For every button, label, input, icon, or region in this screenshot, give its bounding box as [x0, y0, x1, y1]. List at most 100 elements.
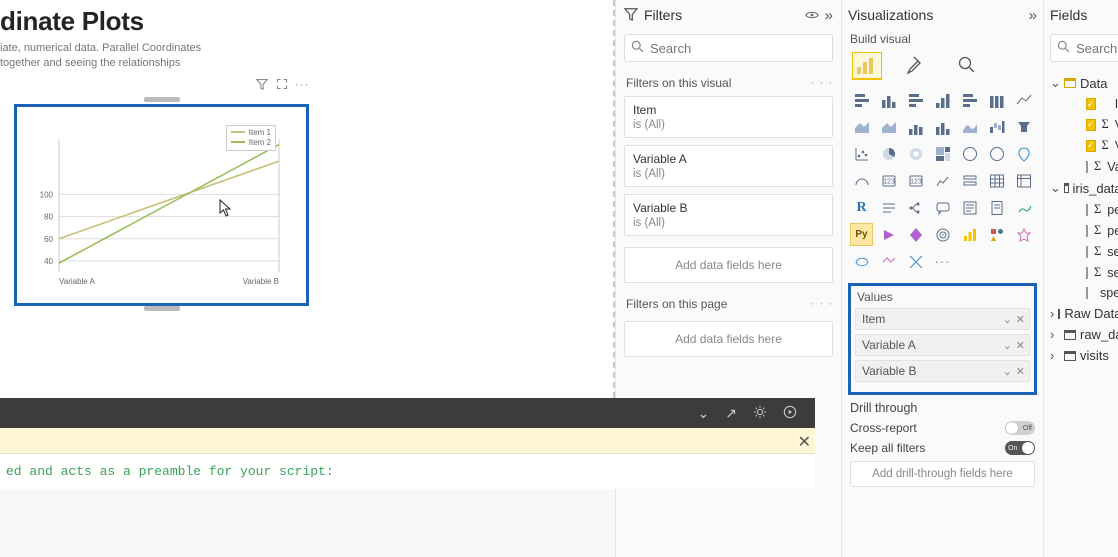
- close-icon[interactable]: ✕: [798, 432, 811, 452]
- checkbox-icon[interactable]: [1086, 287, 1088, 299]
- filter-icon[interactable]: [255, 77, 269, 91]
- textbox-title[interactable]: dinate Plots: [0, 6, 613, 37]
- build-tab-analytics[interactable]: [952, 52, 982, 80]
- remove-field-icon[interactable]: ✕: [1016, 313, 1025, 326]
- checkbox-icon[interactable]: [1086, 225, 1088, 237]
- drill-through-well[interactable]: Add drill-through fields here: [850, 461, 1035, 487]
- waterfall-icon[interactable]: [985, 115, 1008, 138]
- field-well-item[interactable]: Item ⌄✕: [855, 308, 1030, 330]
- build-tab-format[interactable]: [902, 52, 932, 80]
- multi-row-card-icon[interactable]: 123: [904, 169, 927, 192]
- chevron-down-icon[interactable]: ⌄: [698, 405, 710, 422]
- power-apps-icon[interactable]: [904, 223, 927, 246]
- report-canvas[interactable]: dinate Plots iate, numerical data. Paral…: [0, 0, 615, 398]
- fields-search-box[interactable]: [1050, 34, 1118, 62]
- add-visual-filter-well[interactable]: Add data fields here: [624, 247, 833, 283]
- key-influencers-icon[interactable]: [877, 196, 900, 219]
- azure-map-icon[interactable]: [1012, 142, 1035, 165]
- stacked-column-icon[interactable]: [877, 88, 900, 111]
- donut-chart-icon[interactable]: [904, 142, 927, 165]
- checkbox-icon[interactable]: [1086, 267, 1088, 279]
- remove-field-icon[interactable]: ✕: [1016, 339, 1025, 352]
- power-automate-icon[interactable]: [877, 223, 900, 246]
- line-chart-icon[interactable]: [1012, 88, 1035, 111]
- checkbox-icon[interactable]: ✓: [1086, 98, 1096, 110]
- field-item[interactable]: ✓ΣVariabl: [1050, 135, 1118, 156]
- checkbox-icon[interactable]: ✓: [1086, 119, 1096, 131]
- treemap-icon[interactable]: [931, 142, 954, 165]
- collapse-pane-icon[interactable]: »: [1029, 7, 1037, 24]
- field-item[interactable]: Σsepal_w: [1050, 262, 1118, 283]
- table-icon[interactable]: [985, 169, 1008, 192]
- goals-icon[interactable]: [931, 223, 954, 246]
- eye-icon[interactable]: [805, 8, 819, 23]
- field-item[interactable]: species: [1050, 283, 1118, 303]
- gauge-icon[interactable]: [850, 169, 873, 192]
- stacked-bar-icon[interactable]: [850, 88, 873, 111]
- filter-card[interactable]: Variable A is (All): [624, 145, 833, 187]
- more-options-icon[interactable]: ···: [295, 77, 309, 91]
- script-editor[interactable]: ed and acts as a preamble for your scrip…: [0, 454, 815, 489]
- field-item[interactable]: Σpetal_l: [1050, 199, 1118, 220]
- filter-card[interactable]: Variable B is (All): [624, 194, 833, 236]
- python-visual-icon[interactable]: Py: [850, 223, 873, 246]
- field-well-item[interactable]: Variable B ⌄✕: [855, 360, 1030, 382]
- area-chart-icon[interactable]: [850, 115, 873, 138]
- map-icon[interactable]: [958, 142, 981, 165]
- 100pct-column-icon[interactable]: [985, 88, 1008, 111]
- keep-all-filters-toggle[interactable]: On: [1005, 441, 1035, 455]
- checkbox-icon[interactable]: [1086, 204, 1088, 216]
- decomposition-tree-icon[interactable]: [904, 196, 927, 219]
- run-script-icon[interactable]: [783, 405, 797, 422]
- remove-field-icon[interactable]: ✕: [1016, 365, 1025, 378]
- field-item[interactable]: ✓ΣVariabl: [1050, 114, 1118, 135]
- collapse-pane-icon[interactable]: »: [825, 7, 833, 24]
- field-well-item[interactable]: Variable A ⌄✕: [855, 334, 1030, 356]
- custom-visual-1-icon[interactable]: [985, 223, 1008, 246]
- field-item[interactable]: Σpetal_w: [1050, 220, 1118, 241]
- resize-handle-bottom[interactable]: [144, 306, 180, 311]
- kpi-icon[interactable]: [931, 169, 954, 192]
- 100pct-bar-icon[interactable]: [958, 88, 981, 111]
- filter-card[interactable]: Item is (All): [624, 96, 833, 138]
- custom-visual-2-icon[interactable]: [1012, 223, 1035, 246]
- table-node[interactable]: ⌄ iris_dataset: [1050, 177, 1118, 199]
- card-icon[interactable]: 123: [877, 169, 900, 192]
- custom-visual-5-icon[interactable]: [904, 250, 927, 273]
- stacked-area-icon[interactable]: [877, 115, 900, 138]
- filled-map-icon[interactable]: [985, 142, 1008, 165]
- line-clustered-icon[interactable]: [904, 115, 927, 138]
- arcgis-map-icon[interactable]: [1012, 196, 1035, 219]
- checkbox-icon[interactable]: ✓: [1086, 140, 1096, 152]
- build-tab-fields[interactable]: [852, 52, 882, 80]
- more-options-icon[interactable]: · · ·: [811, 298, 833, 310]
- chevron-down-icon[interactable]: ⌄: [1003, 339, 1012, 352]
- paginated-report-icon[interactable]: [985, 196, 1008, 219]
- filters-search-box[interactable]: [624, 34, 833, 62]
- table-node[interactable]: ⌄ Data: [1050, 72, 1118, 94]
- fields-search-input[interactable]: [1076, 41, 1118, 56]
- ribbon-chart-icon[interactable]: [958, 115, 981, 138]
- filters-search-input[interactable]: [650, 41, 826, 56]
- add-page-filter-well[interactable]: Add data fields here: [624, 321, 833, 357]
- smart-narrative-icon[interactable]: [958, 196, 981, 219]
- chevron-down-icon[interactable]: ⌄: [1003, 313, 1012, 326]
- clustered-column-icon[interactable]: [931, 88, 954, 111]
- line-stacked-icon[interactable]: [931, 115, 954, 138]
- cross-report-toggle[interactable]: Off: [1005, 421, 1035, 435]
- checkbox-icon[interactable]: [1086, 246, 1088, 258]
- more-options-icon[interactable]: · · ·: [811, 77, 833, 89]
- field-item[interactable]: ✓Item: [1050, 94, 1118, 114]
- field-item[interactable]: Σsepal_l: [1050, 241, 1118, 262]
- popout-icon[interactable]: ↗: [725, 405, 737, 422]
- parallel-coords-visual[interactable]: ··· Item 1 Item 2 406080100Variable AVar…: [14, 99, 309, 313]
- table-node[interactable]: ›visits: [1050, 345, 1118, 366]
- scatter-chart-icon[interactable]: [850, 142, 873, 165]
- qna-icon[interactable]: [931, 196, 954, 219]
- get-more-visuals-icon[interactable]: ···: [931, 250, 954, 273]
- custom-visual-3-icon[interactable]: [850, 250, 873, 273]
- chevron-down-icon[interactable]: ⌄: [1003, 365, 1012, 378]
- focus-mode-icon[interactable]: [275, 77, 289, 91]
- power-bi-visual-icon[interactable]: [958, 223, 981, 246]
- custom-visual-4-icon[interactable]: [877, 250, 900, 273]
